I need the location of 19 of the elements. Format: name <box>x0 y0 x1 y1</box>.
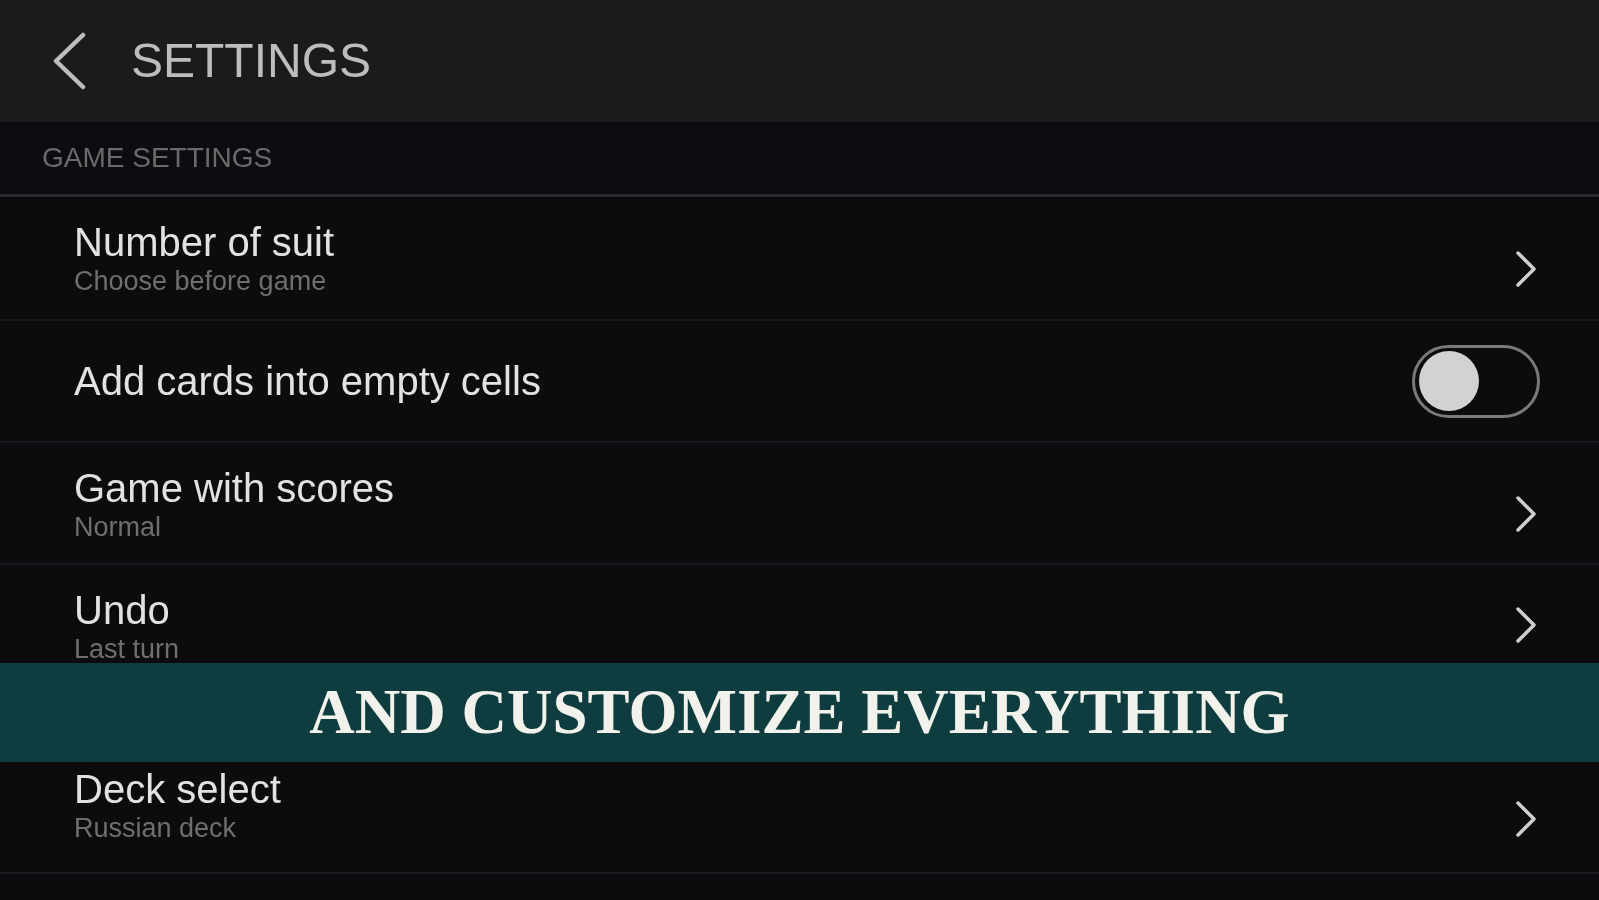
back-chevron-icon <box>51 32 87 90</box>
page-title: SETTINGS <box>131 37 372 85</box>
chevron-right-icon <box>1515 606 1537 644</box>
chevron-right-icon <box>1515 495 1537 533</box>
setting-title: Undo <box>74 587 171 633</box>
chevron-right-icon <box>1515 250 1537 288</box>
setting-title: Deck select <box>74 766 281 812</box>
banner-text: AND CUSTOMIZE EVERYTHING <box>309 681 1290 744</box>
setting-title: Number of suit <box>74 219 335 265</box>
back-button[interactable] <box>51 32 87 90</box>
setting-value: Choose before game <box>74 265 328 297</box>
setting-title: Game with scores <box>74 465 395 511</box>
setting-value: Last turn <box>74 633 180 665</box>
chevron-right-icon <box>1515 800 1537 838</box>
section-title: GAME SETTINGS <box>42 144 273 172</box>
setting-value: Russian deck <box>74 812 238 844</box>
toggle-knob-icon <box>1419 351 1479 411</box>
setting-title: Add cards into empty cells <box>74 358 541 404</box>
setting-value: Normal <box>74 511 162 543</box>
